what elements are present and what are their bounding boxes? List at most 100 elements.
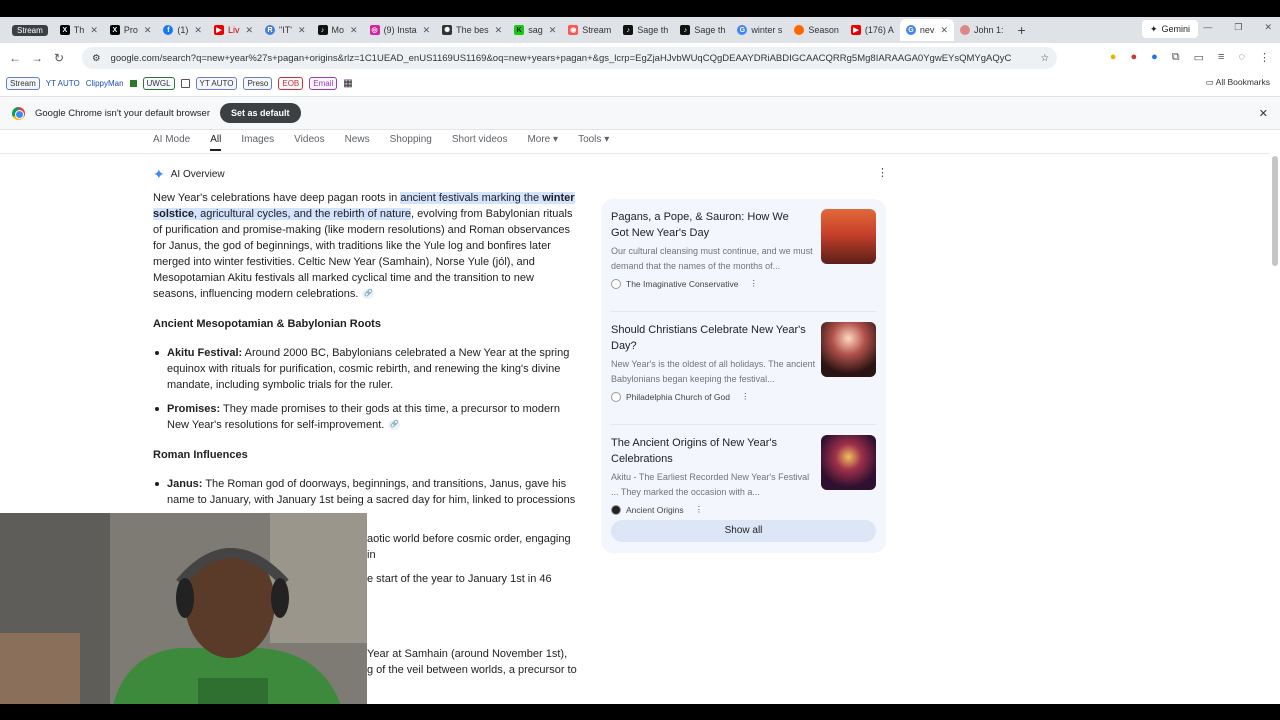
tiktok-icon: ♪ [317, 25, 328, 35]
maximize-button[interactable]: ❐ [1234, 22, 1242, 33]
tab[interactable]: X Pro ✕ [104, 19, 158, 41]
tab[interactable]: f (1) ✕ [157, 19, 208, 41]
bookmark-yt-auto-2[interactable]: YT AUTO [195, 76, 238, 90]
back-button[interactable]: ← [4, 51, 26, 65]
minimize-button[interactable]: — [1203, 22, 1212, 33]
overview-paragraph: New Year's celebrations have deep pagan … [153, 192, 575, 300]
youtube-icon: ▶ [213, 25, 224, 35]
sparkle-icon: ✦ [153, 166, 165, 182]
source-title[interactable]: Should Christians Celebrate New Year's D… [611, 322, 809, 354]
bookmark-uwgl[interactable]: UWGL [142, 76, 175, 90]
source-card[interactable]: Pagans, a Pope, & Sauron: How We Got New… [611, 209, 876, 312]
bookmark-square-icon[interactable] [129, 79, 137, 87]
tab[interactable]: ♪ Sage th [674, 19, 731, 41]
more-options-icon[interactable]: ⋮ [695, 504, 704, 515]
partial-text: g of the veil between worlds, a precurso… [367, 664, 577, 676]
close-icon[interactable]: ✕ [245, 25, 253, 36]
tab[interactable]: ▶ (176) A [845, 19, 900, 41]
bookmark-preso[interactable]: Preso [243, 76, 273, 90]
all-bookmarks-button[interactable]: ▭ All Bookmarks [1206, 77, 1270, 88]
tab[interactable]: ✺ The bes ✕ [436, 19, 508, 41]
more-options-icon[interactable]: ⋮ [877, 166, 888, 179]
source-card[interactable]: Should Christians Celebrate New Year's D… [611, 322, 876, 425]
source-thumbnail[interactable] [821, 322, 876, 377]
tab-news[interactable]: News [345, 134, 370, 151]
source-title[interactable]: Pagans, a Pope, & Sauron: How We Got New… [611, 209, 809, 241]
bookmark-star-icon[interactable]: ☆ [1040, 53, 1049, 64]
reading-list-icon[interactable]: ▭ [1194, 51, 1204, 64]
tab-active[interactable]: Gnev ✕ [899, 19, 954, 41]
tab-ai-mode[interactable]: AI Mode [153, 134, 190, 151]
bookmark-stream[interactable]: Stream [6, 76, 40, 90]
partial-text: e start of the year to January 1st in 46 [367, 573, 552, 585]
address-bar[interactable]: ⚙ google.com/search?q=new+year%27s+pagan… [82, 47, 1057, 69]
profile-icon[interactable]: ◌ [1238, 51, 1245, 64]
tab-shopping[interactable]: Shopping [390, 134, 432, 151]
more-options-icon[interactable]: ⋮ [749, 278, 758, 289]
close-icon[interactable]: ✕ [549, 25, 557, 36]
media-icon[interactable]: ≡ [1218, 51, 1224, 64]
new-tab-button[interactable]: + [1018, 22, 1026, 38]
tab-short-videos[interactable]: Short videos [452, 134, 508, 151]
list-item: Akitu Festival: Around 2000 BC, Babyloni… [153, 345, 578, 393]
source-title[interactable]: The Ancient Origins of New Year's Celebr… [611, 435, 809, 467]
extension-icon[interactable]: ● [1151, 51, 1158, 64]
tab-group-stream[interactable]: Stream [6, 19, 54, 41]
tab[interactable]: ♪ Mo ✕ [312, 19, 364, 41]
tab-all[interactable]: All [210, 134, 222, 151]
close-icon[interactable]: ✕ [940, 25, 948, 36]
tab[interactable]: Ksag ✕ [508, 19, 562, 41]
close-icon[interactable]: ✕ [1259, 107, 1268, 120]
close-icon[interactable]: ✕ [194, 25, 202, 36]
close-icon[interactable]: ✕ [144, 25, 152, 36]
divider [0, 153, 1270, 154]
tab[interactable]: Gwinter s [731, 19, 788, 41]
reload-button[interactable]: ↻ [48, 51, 70, 65]
close-icon[interactable]: ✕ [495, 25, 503, 36]
close-icon[interactable]: ✕ [423, 25, 431, 36]
gemini-button[interactable]: ✦ Gemini [1141, 20, 1198, 38]
tab[interactable]: ◎ (9) Insta ✕ [364, 19, 437, 41]
close-icon[interactable]: ✕ [350, 25, 358, 36]
tab[interactable]: John 1: [954, 19, 1010, 41]
screen-top-border [0, 0, 1280, 17]
source-thumbnail[interactable] [821, 435, 876, 490]
tab-images[interactable]: Images [241, 134, 274, 151]
tab[interactable]: ◉ Stream [562, 19, 617, 41]
screen-bottom-border [0, 704, 1280, 720]
extension-icon[interactable]: ● [1110, 51, 1117, 64]
apps-grid-icon[interactable]: ▦ [343, 78, 352, 89]
forward-button[interactable]: → [26, 51, 48, 65]
tab-more[interactable]: More ▾ [527, 134, 558, 151]
link-icon[interactable]: 🔗 [388, 420, 401, 431]
tab-tools[interactable]: Tools ▾ [578, 134, 609, 151]
tab-videos[interactable]: Videos [294, 134, 324, 151]
bookmark-square-icon[interactable] [180, 78, 190, 88]
tab[interactable]: ♪ Sage th [617, 19, 674, 41]
tab[interactable]: Season [788, 19, 845, 41]
set-as-default-button[interactable]: Set as default [220, 103, 301, 123]
more-options-icon[interactable]: ⋮ [741, 391, 750, 402]
bookmark-email[interactable]: Email [309, 76, 338, 90]
close-icon[interactable]: ✕ [90, 25, 98, 36]
extension-icon[interactable]: ● [1130, 51, 1137, 64]
close-icon[interactable]: ✕ [298, 25, 306, 36]
tab[interactable]: ▶ Liv ✕ [208, 19, 259, 41]
tab[interactable]: X Th ✕ [54, 19, 104, 41]
site-info-icon[interactable]: ⚙ [92, 53, 101, 64]
link-icon[interactable]: 🔗 [362, 289, 375, 300]
section-list: Akitu Festival: Around 2000 BC, Babyloni… [153, 345, 578, 433]
bookmark-yt-auto[interactable]: YT AUTO [46, 79, 80, 88]
show-all-button[interactable]: Show all [611, 520, 876, 542]
puzzle-icon[interactable]: ⧉ [1172, 51, 1180, 64]
close-window-button[interactable]: ✕ [1264, 22, 1272, 33]
bookmark-eob[interactable]: EOB [278, 76, 304, 90]
x-icon: X [59, 25, 70, 35]
scrollbar[interactable] [1272, 156, 1278, 266]
tab[interactable]: R "IT' ✕ [259, 19, 311, 41]
ai-overview-header: ✦ AI Overview [153, 166, 225, 183]
bookmark-clippyman[interactable]: ClippyMan [86, 79, 124, 88]
menu-icon[interactable]: ⋮ [1259, 51, 1270, 64]
tiktok-icon: ♪ [680, 25, 691, 35]
source-thumbnail[interactable] [821, 209, 876, 264]
